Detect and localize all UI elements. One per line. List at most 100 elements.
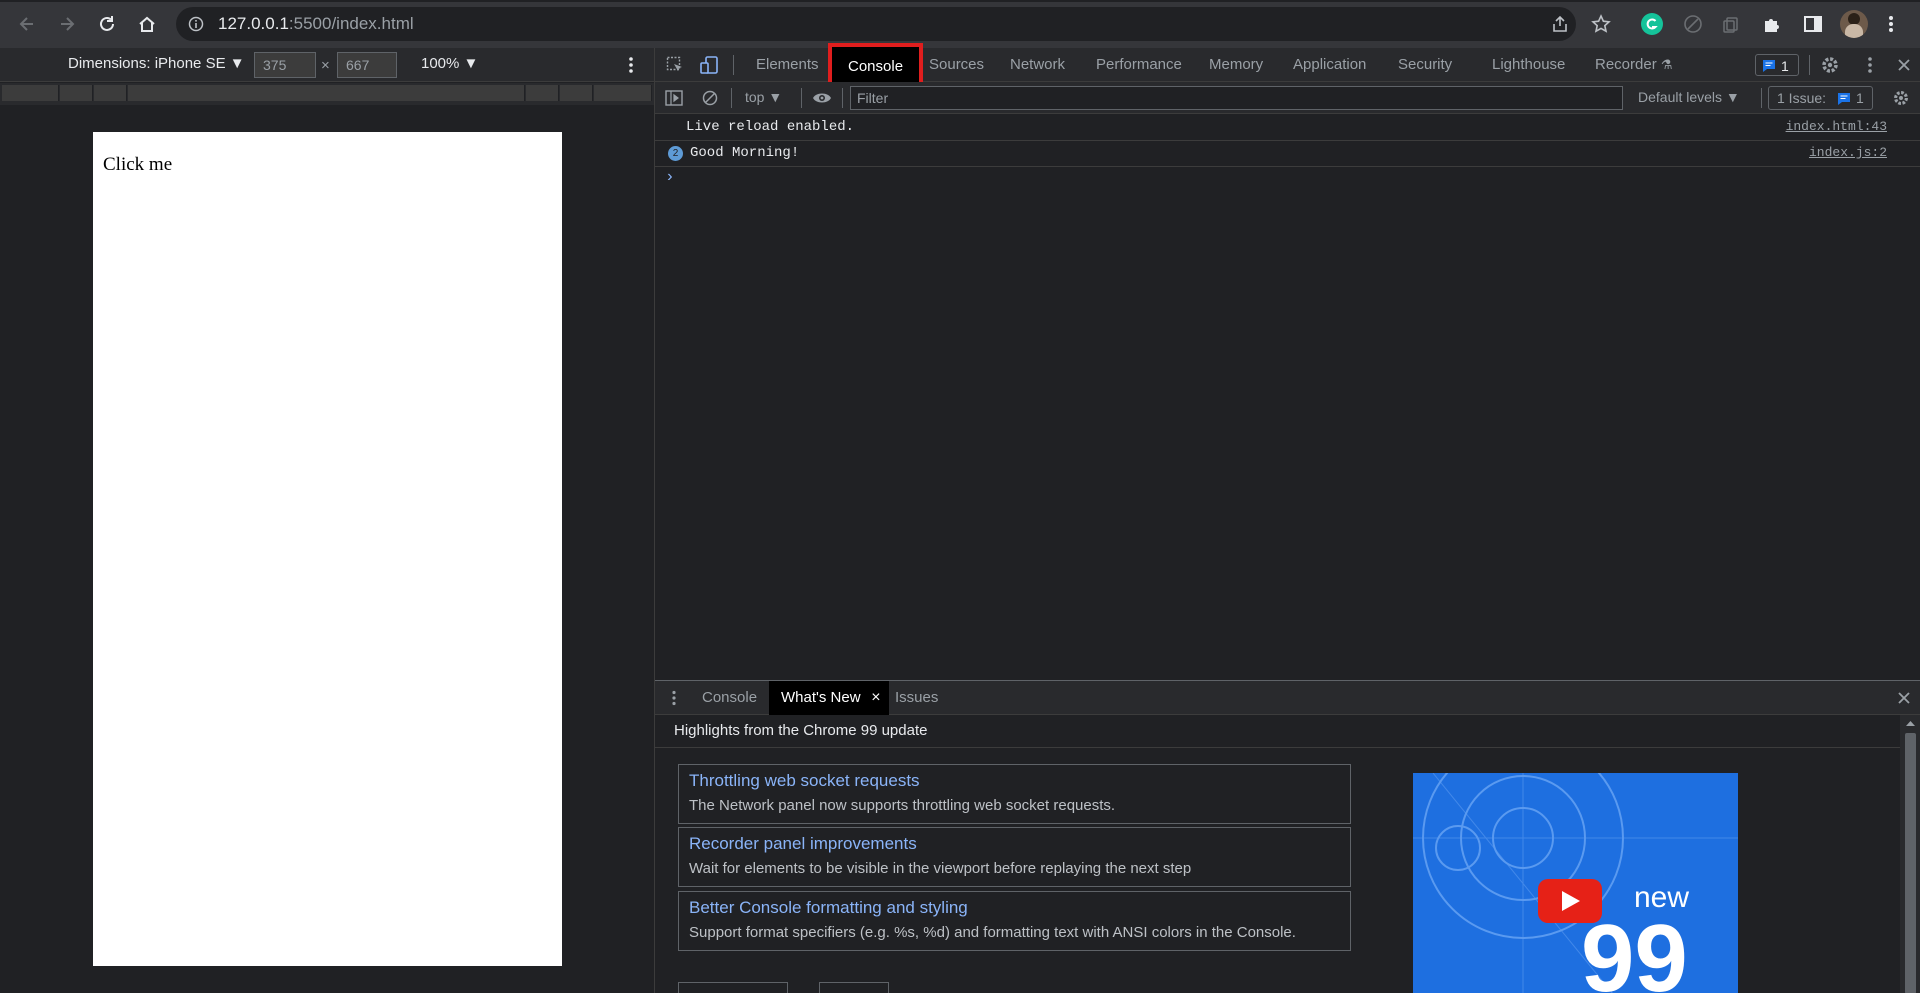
live-expression-eye-icon[interactable] (812, 91, 832, 105)
prompt-chevron-icon: › (665, 168, 675, 186)
feature-card[interactable]: Throttling web socket requests The Netwo… (678, 764, 1351, 824)
devtools-settings-icon[interactable] (1820, 55, 1840, 75)
drawer-tab-bar: Console What's New × Issues (655, 681, 1920, 715)
tab-recorder[interactable]: Recorder ⚗ (1595, 48, 1673, 82)
feature-card-title[interactable]: Better Console formatting and styling (689, 898, 968, 918)
tab-recorder-label: Recorder (1595, 56, 1657, 73)
context-selector[interactable]: top ▼ (745, 89, 782, 105)
profile-avatar[interactable] (1840, 10, 1868, 38)
issues-counter-button[interactable]: 1 Issue: 1 (1768, 86, 1873, 110)
device-toolbar: Dimensions: iPhone SE ▼ 375 × 667 100% ▼ (0, 48, 654, 82)
experiment-flask-icon: ⚗ (1660, 57, 1673, 72)
close-button[interactable] (819, 982, 889, 993)
drawer-scrollbar-thumb[interactable] (1905, 733, 1916, 993)
inspect-element-icon[interactable] (666, 56, 684, 74)
home-icon (139, 16, 155, 32)
back-arrow-icon (19, 17, 33, 31)
issues-label: 1 Issue: (1777, 90, 1827, 106)
device-toolbar-toggle-icon[interactable] (699, 55, 719, 75)
drawer-close-icon[interactable] (1896, 690, 1912, 706)
clear-console-icon[interactable] (702, 90, 718, 106)
feature-card[interactable]: Better Console formatting and styling Su… (678, 891, 1351, 951)
site-info-icon[interactable] (188, 16, 204, 32)
console-message-source-link[interactable]: index.html:43 (1786, 119, 1887, 134)
issues-count: 1 (1856, 90, 1864, 106)
learn-more-button[interactable] (678, 982, 788, 993)
drawer-menu-icon[interactable] (671, 690, 677, 706)
share-icon[interactable] (1551, 15, 1569, 33)
back-button[interactable] (13, 10, 41, 38)
console-message-source-link[interactable]: index.js:2 (1809, 145, 1887, 160)
extensions-puzzle-icon[interactable] (1762, 14, 1782, 34)
tab-memory[interactable]: Memory (1209, 48, 1263, 82)
feature-card[interactable]: Recorder panel improvements Wait for ele… (678, 827, 1351, 887)
device-toolbar-more-icon[interactable] (627, 56, 635, 74)
log-levels-dropdown[interactable]: Default levels ▼ (1638, 89, 1740, 105)
home-button[interactable] (133, 10, 161, 38)
drawer-tab-whats-new-label: What's New (781, 689, 861, 706)
sidebar-toggle-icon[interactable] (665, 90, 683, 106)
forward-button[interactable] (53, 10, 81, 38)
tab-application[interactable]: Application (1293, 48, 1366, 82)
drawer-tab-issues[interactable]: Issues (895, 681, 938, 715)
device-dimensions-dropdown[interactable]: Dimensions: iPhone SE ▼ (68, 55, 245, 72)
console-message-text: Live reload enabled. (686, 119, 855, 135)
devtools-drawer: Console What's New × Issues Highlights f… (655, 680, 1920, 993)
devtools-more-icon[interactable] (1866, 56, 1874, 74)
messages-count: 1 (1781, 58, 1789, 74)
filter-placeholder: Filter (857, 90, 889, 106)
console-toolbar: top ▼ Filter Default levels ▼ 1 Issue: 1 (655, 82, 1920, 114)
console-message: Live reload enabled. index.html:43 (655, 115, 1920, 141)
browser-menu-icon[interactable] (1887, 14, 1895, 34)
feature-card-title[interactable]: Throttling web socket requests (689, 771, 920, 791)
repeat-count-badge: 2 (668, 146, 683, 161)
console-message-text: Good Morning! (690, 145, 800, 161)
drawer-tab-whats-new[interactable]: What's New × (769, 681, 889, 715)
browser-toolbar: 127.0.0.1:5500/index.html (0, 0, 1920, 48)
bookmark-star-icon[interactable] (1591, 14, 1611, 34)
tab-sources[interactable]: Sources (929, 48, 984, 82)
messages-counter-button[interactable]: 1 (1755, 54, 1799, 76)
feature-card-title[interactable]: Recorder panel improvements (689, 834, 917, 854)
side-panel-icon[interactable] (1803, 14, 1823, 34)
console-filter-input[interactable]: Filter (850, 86, 1623, 110)
video-version-text: 99 (1581, 905, 1688, 993)
copy-extension-icon[interactable] (1721, 14, 1741, 34)
highlights-header: Highlights from the Chrome 99 update (655, 715, 1920, 748)
devtools-panel: Elements Console Sources Network Perform… (654, 43, 1920, 993)
page-viewport: Click me (93, 132, 562, 966)
drawer-tab-console[interactable]: Console (702, 681, 757, 715)
scroll-up-icon[interactable] (1905, 719, 1916, 727)
devtools-close-icon[interactable] (1896, 57, 1912, 73)
drawer-scrollbar[interactable] (1900, 715, 1920, 993)
tab-security[interactable]: Security (1398, 48, 1452, 82)
grammarly-extension-icon[interactable] (1641, 13, 1663, 35)
close-tab-icon[interactable]: × (871, 681, 880, 715)
click-me-button[interactable]: Click me (103, 154, 172, 176)
highlights-title: Highlights from the Chrome 99 update (674, 722, 928, 739)
console-settings-icon[interactable] (1892, 89, 1910, 107)
device-height-input[interactable]: 667 (337, 52, 397, 78)
feature-card-description: Support format specifiers (e.g. %s, %d) … (689, 924, 1296, 941)
whats-new-video-thumbnail[interactable]: new 99 (1413, 773, 1738, 993)
zoom-dropdown[interactable]: 100% ▼ (421, 55, 478, 72)
forward-arrow-icon (61, 17, 75, 31)
reload-icon (100, 16, 114, 31)
console-prompt-input[interactable]: › (665, 168, 1905, 190)
console-message: 2 Good Morning! index.js:2 (655, 141, 1920, 167)
dimensions-times-sign: × (321, 57, 330, 74)
url-text[interactable]: 127.0.0.1:5500/index.html (218, 14, 414, 34)
feature-card-description: Wait for elements to be visible in the v… (689, 860, 1192, 877)
media-query-ruler[interactable] (0, 83, 654, 105)
reload-button[interactable] (93, 10, 121, 38)
address-bar[interactable]: 127.0.0.1:5500/index.html (176, 7, 1576, 41)
tab-elements[interactable]: Elements (756, 48, 819, 82)
issue-message-icon (1838, 93, 1850, 105)
feature-card-description: The Network panel now supports throttlin… (689, 797, 1116, 814)
devtools-tab-bar: Elements Console Sources Network Perform… (655, 43, 1920, 91)
tab-performance[interactable]: Performance (1096, 48, 1182, 82)
extension-disabled-icon[interactable] (1683, 14, 1703, 34)
tab-network[interactable]: Network (1010, 48, 1065, 82)
device-width-input[interactable]: 375 (254, 52, 316, 78)
tab-lighthouse[interactable]: Lighthouse (1492, 48, 1565, 82)
